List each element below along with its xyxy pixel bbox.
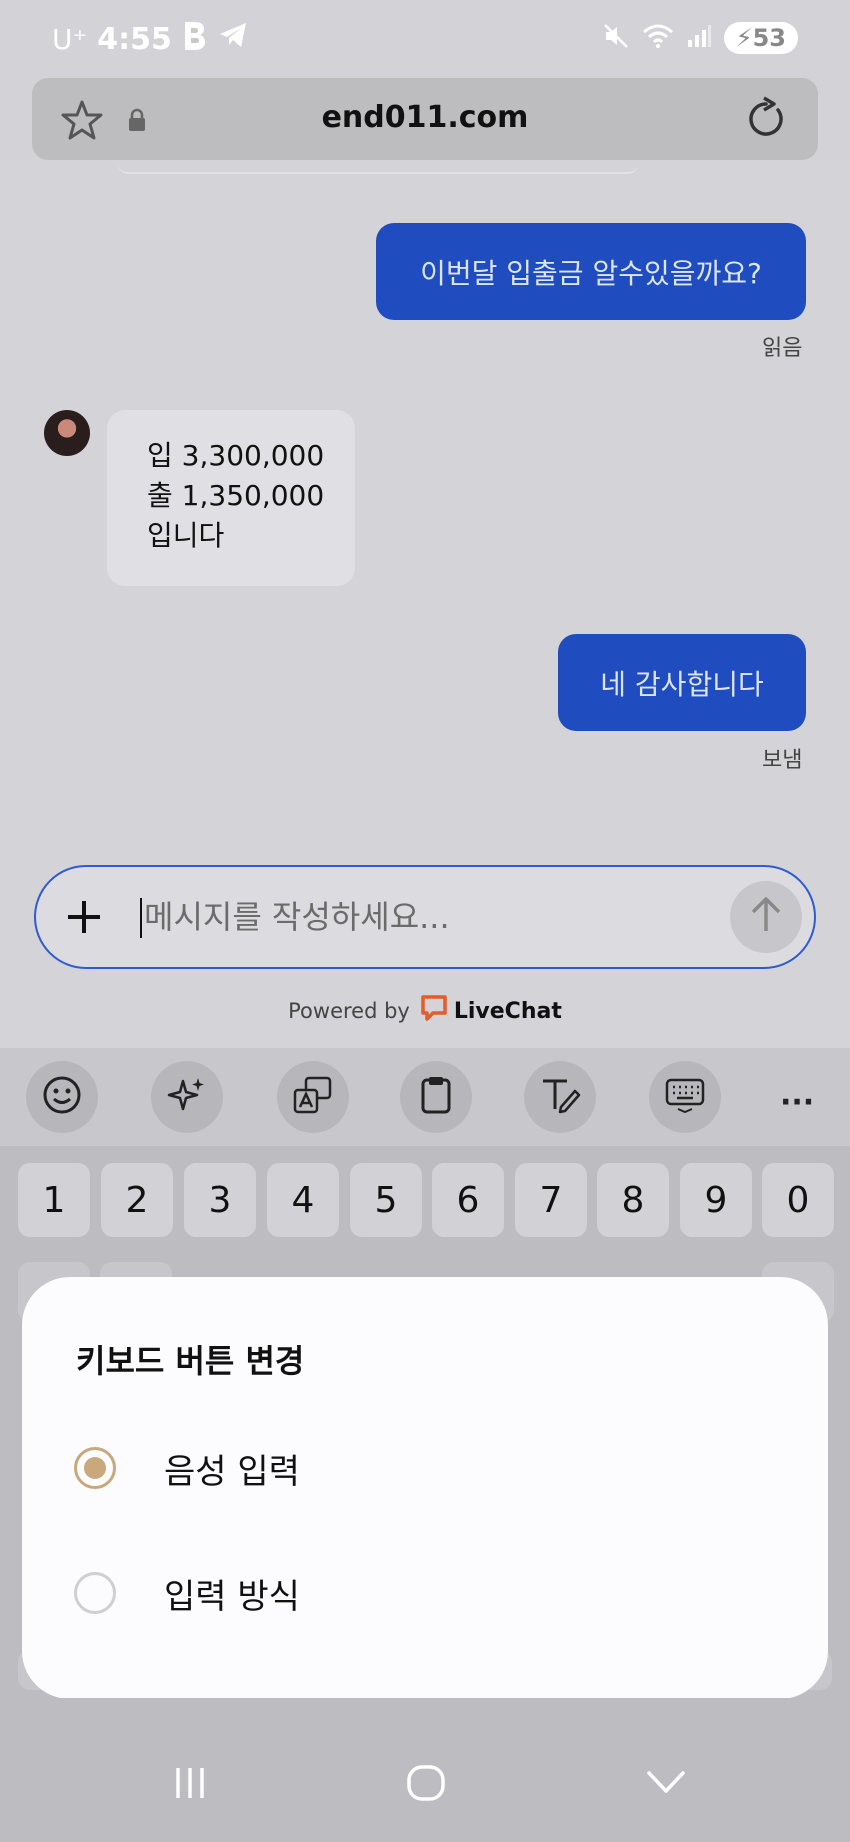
sent-status: 보냄: [762, 748, 803, 773]
clock: 4:55: [97, 21, 172, 57]
keyboard-icon: [664, 1077, 706, 1117]
text-caret: [140, 898, 142, 938]
star-icon[interactable]: [60, 98, 104, 146]
key-9[interactable]: 9: [680, 1163, 752, 1237]
keyboard-button[interactable]: [649, 1061, 721, 1133]
option-label: 음성 입력: [164, 1451, 300, 1492]
powered-by[interactable]: Powered by LiveChat: [0, 994, 850, 1028]
telegram-icon: [218, 21, 248, 57]
home-icon[interactable]: [406, 1765, 446, 1805]
key-3[interactable]: 3: [184, 1163, 256, 1237]
back-chevron-icon[interactable]: [646, 1765, 686, 1805]
mute-icon: [602, 22, 630, 54]
plus-icon[interactable]: [62, 895, 106, 943]
incoming-message[interactable]: 입 3,300,000 출 1,350,000 입니다: [107, 410, 355, 586]
previous-card-edge: [118, 162, 638, 174]
ai-button[interactable]: [151, 1061, 223, 1133]
url-text[interactable]: end011.com: [32, 100, 818, 135]
signal-icon: [686, 24, 712, 52]
key-1[interactable]: 1: [18, 1163, 90, 1237]
key-5[interactable]: 5: [350, 1163, 422, 1237]
message-line: 입 3,300,000: [147, 439, 325, 472]
b-app-icon: [182, 20, 208, 58]
key-7[interactable]: 7: [515, 1163, 587, 1237]
more-icon[interactable]: ···: [780, 1085, 814, 1120]
message-line: 입니다: [147, 519, 225, 552]
message-input[interactable]: [144, 892, 704, 942]
emoji-icon: [42, 1075, 82, 1119]
clipboard-button[interactable]: [400, 1061, 472, 1133]
lock-icon: [127, 108, 147, 136]
handwriting-button[interactable]: [524, 1061, 596, 1133]
dialog-title: 키보드 버튼 변경: [76, 1342, 305, 1380]
recent-apps-icon[interactable]: [172, 1765, 208, 1805]
reload-icon[interactable]: [744, 96, 788, 146]
message-line: 출 1,350,000: [147, 479, 325, 512]
battery-level: 53: [752, 24, 786, 52]
key-2[interactable]: 2: [101, 1163, 173, 1237]
key-6[interactable]: 6: [432, 1163, 504, 1237]
translate-button[interactable]: [277, 1061, 349, 1133]
option-label: 입력 방식: [164, 1576, 300, 1617]
agent-avatar[interactable]: [44, 410, 90, 456]
radio-selected[interactable]: [74, 1447, 116, 1489]
clipboard-icon: [418, 1075, 454, 1119]
outgoing-message[interactable]: 네 감사합니다: [558, 634, 806, 731]
emoji-button[interactable]: [26, 1061, 98, 1133]
option-voice-input[interactable]: 음성 입력: [74, 1428, 774, 1508]
key-4[interactable]: 4: [267, 1163, 339, 1237]
key-8[interactable]: 8: [597, 1163, 669, 1237]
livechat-logo[interactable]: LiveChat: [420, 994, 562, 1028]
arrow-up-icon: [748, 895, 784, 939]
send-button[interactable]: [730, 881, 802, 953]
livechat-bubble-icon: [420, 994, 448, 1028]
address-bar[interactable]: end011.com: [32, 78, 818, 160]
powered-by-label: Powered by: [288, 999, 410, 1023]
option-input-method[interactable]: 입력 방식: [74, 1553, 774, 1633]
key-0[interactable]: 0: [762, 1163, 834, 1237]
radio-unselected[interactable]: [74, 1572, 116, 1614]
livechat-brand: LiveChat: [453, 998, 562, 1024]
status-bar: U⁺ 4:55 ⚡53: [0, 0, 850, 76]
handwriting-icon: [539, 1075, 581, 1119]
wifi-icon: [642, 23, 674, 53]
battery-indicator: ⚡53: [723, 22, 798, 54]
outgoing-message[interactable]: 이번달 입출금 알수있을까요?: [376, 223, 806, 320]
translate-icon: [292, 1075, 334, 1119]
carrier-label: U⁺: [52, 22, 88, 56]
read-status: 읽음: [762, 336, 803, 361]
status-left: U⁺ 4:55: [52, 20, 248, 58]
status-right: ⚡53: [602, 22, 798, 54]
ai-sparkle-icon: [167, 1075, 207, 1119]
